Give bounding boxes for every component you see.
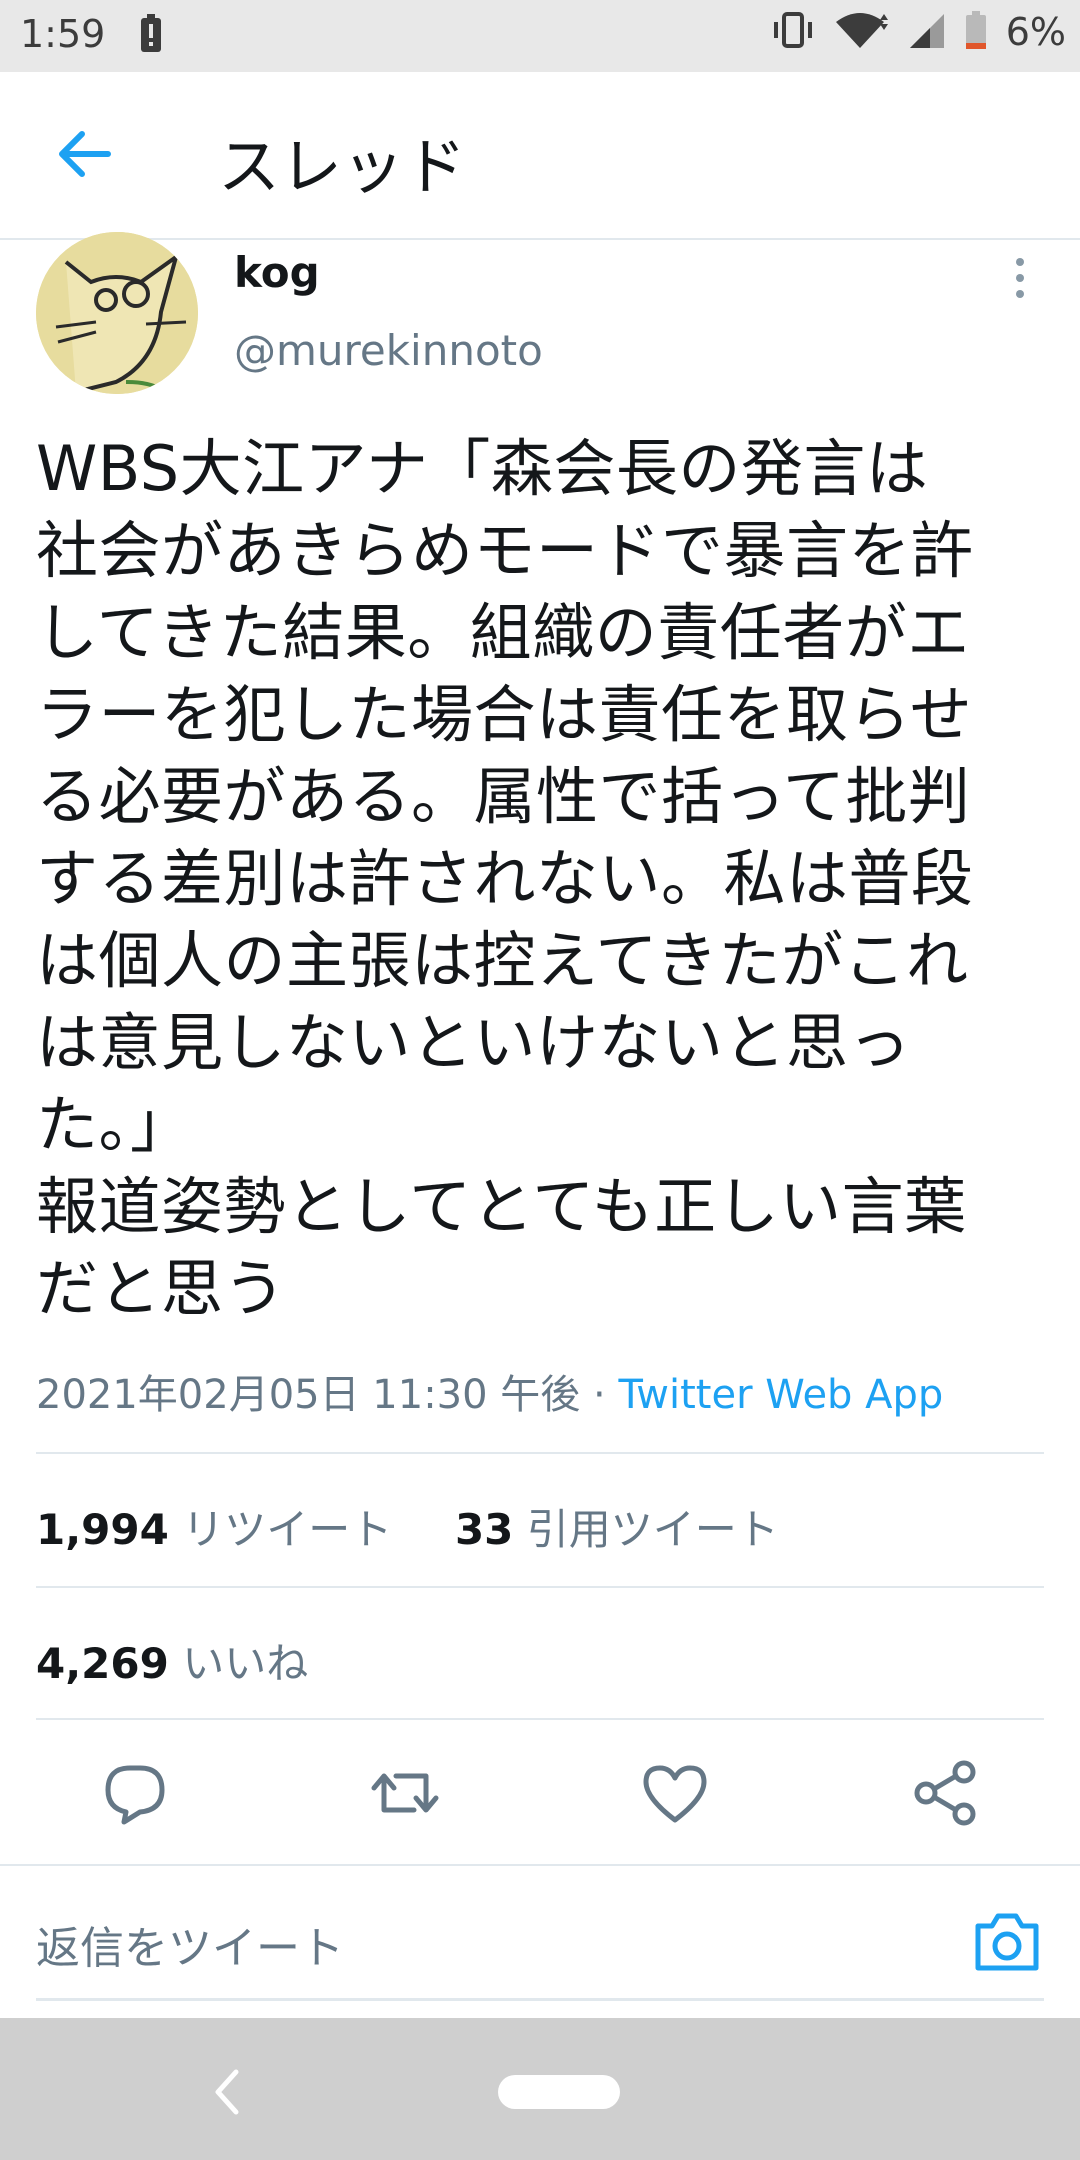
user-handle[interactable]: @murekinnoto	[234, 326, 543, 375]
quote-count: 33	[454, 1505, 514, 1554]
status-time: 1:59	[20, 12, 106, 56]
tweet-source-link[interactable]: Twitter Web App	[618, 1372, 943, 1418]
vibrate-icon	[770, 10, 816, 54]
camera-icon[interactable]	[972, 1910, 1042, 1974]
like-count: 4,269	[36, 1639, 169, 1688]
retweet-stats: 1,994 リツイート 33 引用ツイート	[36, 1496, 779, 1557]
display-name[interactable]: kog	[234, 248, 320, 297]
battery-icon	[964, 10, 988, 54]
like-icon[interactable]	[640, 1758, 710, 1828]
tweet-timestamp: 2021年02月05日 11:30 午後	[36, 1372, 581, 1418]
divider	[36, 1718, 1044, 1720]
reply-underline	[36, 1998, 1044, 2001]
tweet-text: WBS大江アナ「森会長の発言は 社会があきらめモードで暴言を許 してきた結果。組…	[36, 432, 974, 1325]
quotes-link[interactable]: 33 引用ツイート	[455, 1505, 779, 1554]
page-title: スレッド	[218, 130, 467, 203]
retweet-label: リツイート	[182, 1505, 393, 1554]
cell-signal-icon	[908, 10, 946, 54]
meta-separator: ·	[580, 1372, 619, 1418]
like-stats[interactable]: 4,269 いいね	[36, 1630, 308, 1691]
quote-label: 引用ツイート	[526, 1505, 779, 1554]
more-vertical-icon[interactable]	[1004, 254, 1036, 302]
tweet-actions	[0, 1728, 1080, 1858]
nav-back-icon[interactable]	[208, 2062, 244, 2122]
nav-home-pill[interactable]	[498, 2075, 620, 2109]
status-icons: 6%	[770, 10, 1066, 54]
divider	[36, 1452, 1044, 1454]
system-nav-bar	[0, 2018, 1080, 2160]
retweets-link[interactable]: 1,994 リツイート	[36, 1505, 392, 1554]
battery-percent: 6%	[1005, 10, 1066, 54]
avatar[interactable]	[36, 232, 198, 394]
wifi-icon	[834, 10, 890, 54]
app-bar: スレッド	[0, 72, 1080, 240]
retweet-count: 1,994	[36, 1505, 169, 1554]
reply-input[interactable]: 返信をツイート	[36, 1912, 344, 1976]
battery-alert-icon	[140, 14, 162, 58]
like-label: いいね	[182, 1639, 309, 1688]
tweet-meta: 2021年02月05日 11:30 午後 · Twitter Web App	[36, 1362, 943, 1420]
status-bar: 1:59 6%	[0, 0, 1080, 72]
back-arrow-icon[interactable]	[52, 122, 116, 186]
reply-icon[interactable]	[100, 1758, 170, 1828]
share-icon[interactable]	[910, 1758, 980, 1828]
retweet-icon[interactable]	[370, 1758, 440, 1828]
divider	[36, 1586, 1044, 1588]
reply-bar: 返信をツイート	[0, 1864, 1080, 2006]
